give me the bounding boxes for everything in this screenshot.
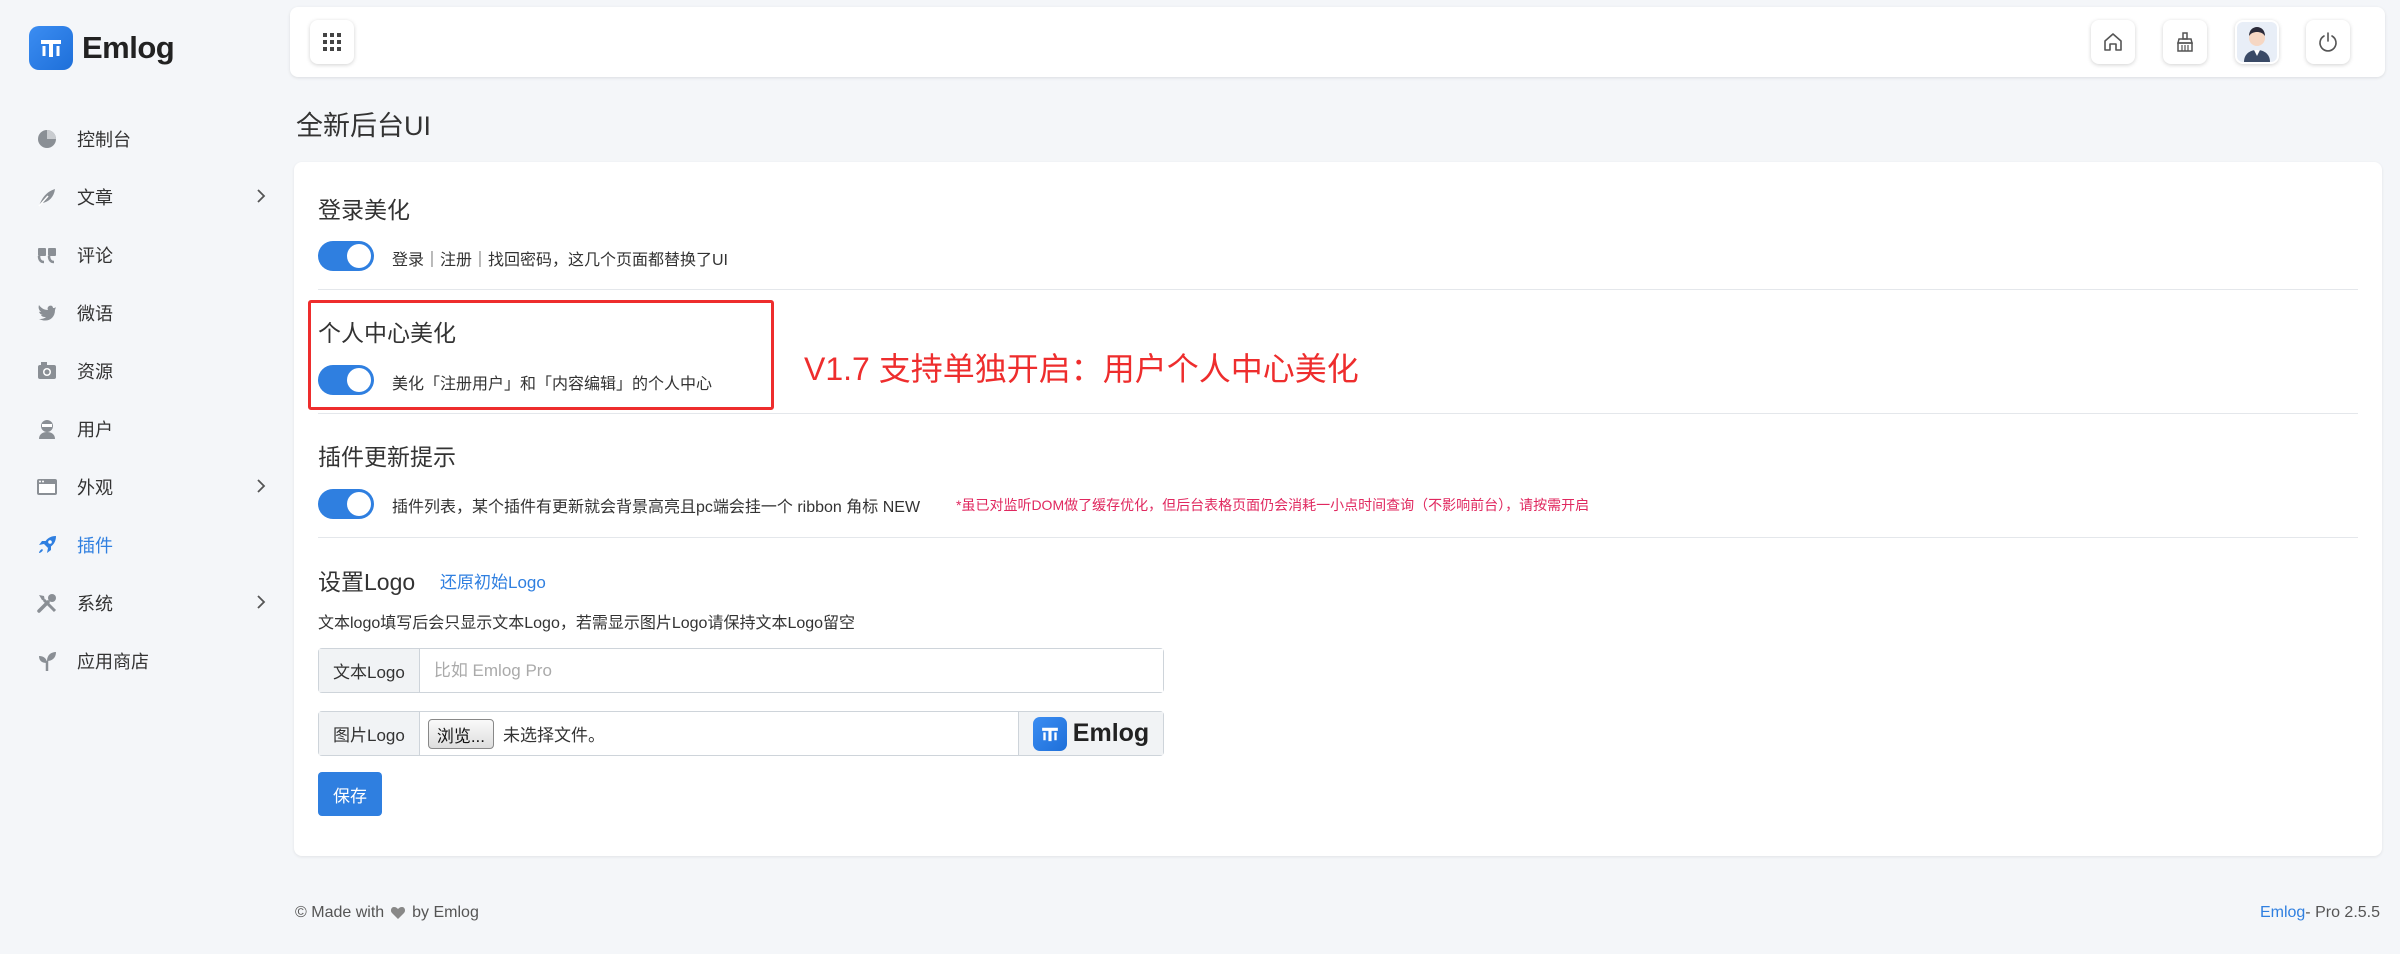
chevron-right-icon	[257, 595, 266, 609]
avatar-image	[2237, 22, 2277, 62]
sidebar-item-label: 控制台	[77, 130, 131, 150]
no-file-text: 未选择文件。	[503, 726, 605, 745]
rocket-icon	[36, 534, 58, 556]
footer-prefix: © Made with	[295, 904, 385, 921]
sidebar-item-comments[interactable]: 评论	[0, 226, 290, 284]
footer-version-text: - Pro 2.5.5	[2305, 904, 2380, 921]
sidebar-item-label: 文章	[77, 188, 113, 208]
user-icon	[36, 418, 58, 440]
sidebar-item-resources[interactable]: 资源	[0, 342, 290, 400]
sidebar-item-label: 系统	[77, 594, 113, 614]
footer-brand-link[interactable]: Emlog	[2260, 904, 2305, 921]
dashboard-icon	[36, 128, 58, 150]
divider	[318, 413, 2358, 414]
image-logo-group: 图片Logo 浏览... 未选择文件。 Emlog	[318, 711, 1164, 756]
emlog-logo-icon	[1032, 716, 1067, 751]
sidebar-item-users[interactable]: 用户	[0, 400, 290, 458]
brand[interactable]: Emlog	[29, 26, 175, 70]
power-icon	[2319, 32, 2337, 52]
sidebar-item-articles[interactable]: 文章	[0, 168, 290, 226]
page-title: 全新后台UI	[296, 111, 431, 141]
home-button[interactable]	[2091, 20, 2135, 64]
sidebar-item-system[interactable]: 系统	[0, 574, 290, 632]
sidebar-item-label: 用户	[77, 420, 113, 440]
broom-icon	[2177, 32, 2193, 52]
plugin-update-desc: 插件列表，某个插件有更新就会背景高亮且pc端会挂一个 ribbon 角标 NEW	[392, 499, 921, 516]
camera-icon	[36, 360, 58, 382]
heart-icon	[391, 907, 406, 919]
annotation-highlight-box	[308, 300, 774, 410]
topbar	[290, 7, 2385, 77]
text-logo-label: 文本Logo	[319, 649, 420, 692]
quote-icon	[36, 244, 58, 266]
image-logo-label: 图片Logo	[319, 712, 420, 755]
sidebar-item-label: 插件	[77, 536, 113, 556]
sidebar-item-label: 微语	[77, 304, 113, 324]
sidebar-item-label: 评论	[77, 246, 113, 266]
sprout-icon	[36, 650, 58, 672]
chevron-right-icon	[257, 189, 266, 203]
menu-grid-button[interactable]	[310, 20, 354, 64]
annotation-text: V1.7 支持单独开启：用户个人中心美化	[804, 351, 1359, 387]
logo-preview: Emlog	[1018, 712, 1163, 755]
restore-logo-link[interactable]: 还原初始Logo	[440, 568, 546, 593]
text-logo-group: 文本Logo	[318, 648, 1164, 693]
bird-icon	[36, 302, 58, 324]
browse-button[interactable]: 浏览...	[427, 719, 494, 749]
text-logo-input[interactable]	[419, 649, 1163, 692]
divider	[318, 289, 2358, 290]
footer-suffix: by Emlog	[412, 904, 479, 921]
logout-button[interactable]	[2306, 20, 2350, 64]
sidebar-nav: 控制台 文章 评论 微语 资源 用户 外观 插件 系统 应用商店	[0, 110, 290, 690]
window-icon	[36, 476, 58, 498]
sidebar-item-label: 应用商店	[77, 652, 149, 672]
plugin-update-toggle[interactable]	[318, 489, 374, 519]
sidebar-item-dashboard[interactable]: 控制台	[0, 110, 290, 168]
save-button[interactable]: 保存	[318, 772, 382, 816]
divider	[318, 537, 2358, 538]
feather-icon	[36, 186, 58, 208]
sidebar-item-label: 外观	[77, 478, 113, 498]
sidebar-item-appearance[interactable]: 外观	[0, 458, 290, 516]
footer-credit: © Made with by Emlog	[295, 904, 479, 922]
section-title-logo: 设置Logo	[318, 569, 416, 595]
login-beautify-toggle[interactable]	[318, 241, 374, 271]
brand-name: Emlog	[82, 30, 175, 65]
logo-desc: 文本logo填写后会只显示文本Logo，若需显示图片Logo请保持文本Logo留…	[318, 615, 856, 632]
section-title-login: 登录美化	[318, 197, 410, 223]
sidebar-item-plugins[interactable]: 插件	[0, 516, 290, 574]
emlog-logo-icon	[29, 26, 73, 70]
clear-cache-button[interactable]	[2163, 20, 2207, 64]
section-title-plugin-update: 插件更新提示	[318, 444, 456, 470]
tools-icon	[36, 592, 58, 614]
home-icon	[2104, 33, 2122, 51]
avatar[interactable]	[2235, 20, 2279, 64]
grid-icon	[323, 33, 341, 51]
chevron-right-icon	[257, 479, 266, 493]
sidebar-item-microblog[interactable]: 微语	[0, 284, 290, 342]
sidebar-item-label: 资源	[77, 362, 113, 382]
sidebar-item-app-store[interactable]: 应用商店	[0, 632, 290, 690]
plugin-update-warning: *虽已对监听DOM做了缓存优化，但后台表格页面仍会消耗一小点时间查询（不影响前台…	[956, 497, 1590, 513]
footer-version: Emlog- Pro 2.5.5	[2260, 904, 2380, 922]
login-beautify-desc: 登录｜注册｜找回密码，这几个页面都替换了UI	[392, 252, 729, 269]
file-input[interactable]: 浏览... 未选择文件。	[420, 712, 1018, 755]
logo-preview-text: Emlog	[1072, 719, 1150, 747]
sidebar: Emlog 控制台 文章 评论 微语 资源 用户 外观 插件 系统 应用商店	[0, 0, 290, 954]
